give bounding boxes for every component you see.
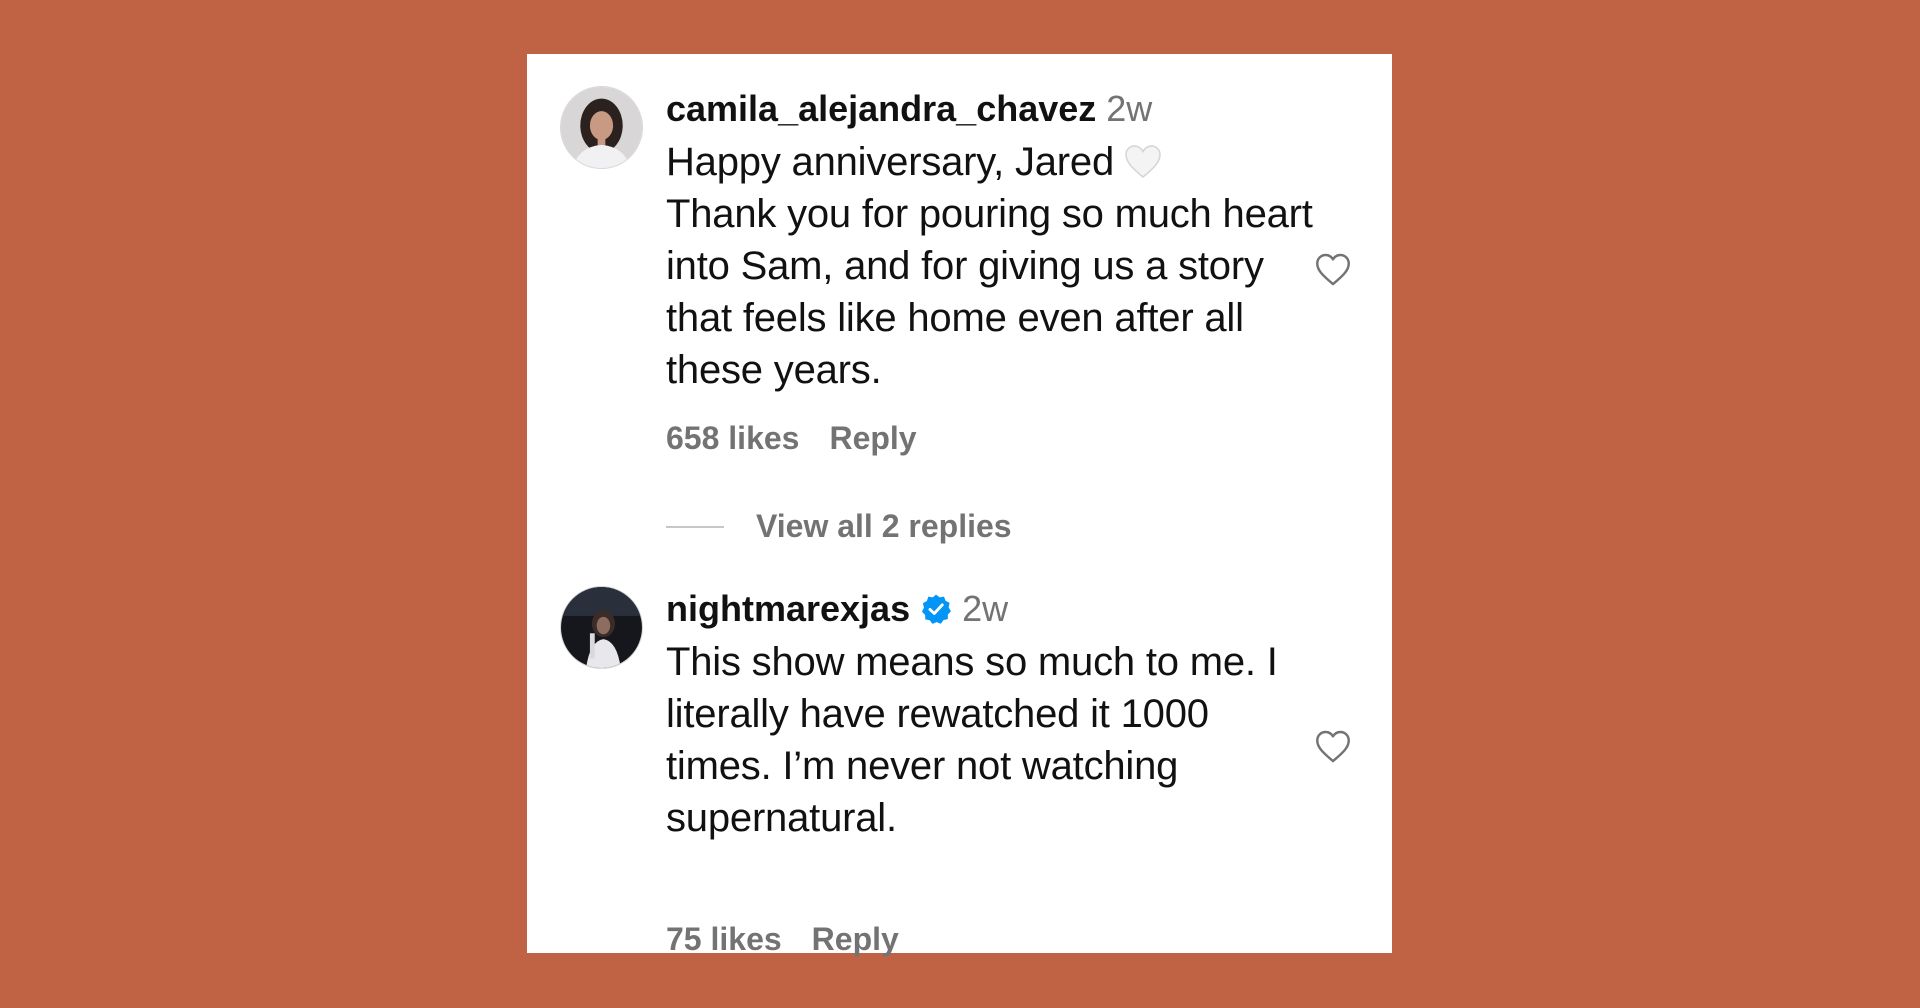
username[interactable]: camila_alejandra_chavez (666, 88, 1096, 129)
comment-meta: 658 likes Reply (666, 420, 917, 457)
avatar-image (561, 587, 642, 668)
username[interactable]: nightmarexjas (666, 588, 910, 629)
view-replies-button[interactable]: View all 2 replies (666, 506, 1012, 545)
avatar[interactable] (560, 586, 643, 669)
avatar[interactable] (560, 86, 643, 169)
divider-line (666, 525, 724, 528)
reply-button[interactable]: Reply (812, 921, 899, 957)
verified-badge-icon (920, 593, 952, 625)
likes-count[interactable]: 658 likes (666, 420, 799, 456)
white-heart-icon (1124, 143, 1162, 181)
timestamp[interactable]: 2w (962, 588, 1008, 629)
reply-button[interactable]: Reply (829, 420, 916, 456)
comment-header: nightmarexjas 2w (666, 588, 1008, 630)
heart-outline-icon[interactable] (1312, 725, 1354, 767)
comments-card: camila_alejandra_chavez 2w Happy annivers… (527, 54, 1392, 957)
avatar-image (561, 87, 642, 168)
comment-text-rest: Thank you for pouring so much heart into… (666, 192, 1313, 392)
likes-count[interactable]: 75 likes (666, 921, 782, 957)
comment-text-main: Happy anniversary, Jared (666, 140, 1115, 184)
comment-text: This show means so much to me. I literal… (666, 640, 1278, 840)
timestamp[interactable]: 2w (1106, 88, 1152, 129)
comment-text: Happy anniversary, Jared Thank you for po… (666, 136, 1316, 396)
comment-header: camila_alejandra_chavez 2w (666, 88, 1152, 130)
comment-meta: 75 likes Reply (666, 921, 899, 958)
view-replies-label: View all 2 replies (756, 508, 1012, 545)
heart-outline-icon[interactable] (1312, 248, 1354, 290)
